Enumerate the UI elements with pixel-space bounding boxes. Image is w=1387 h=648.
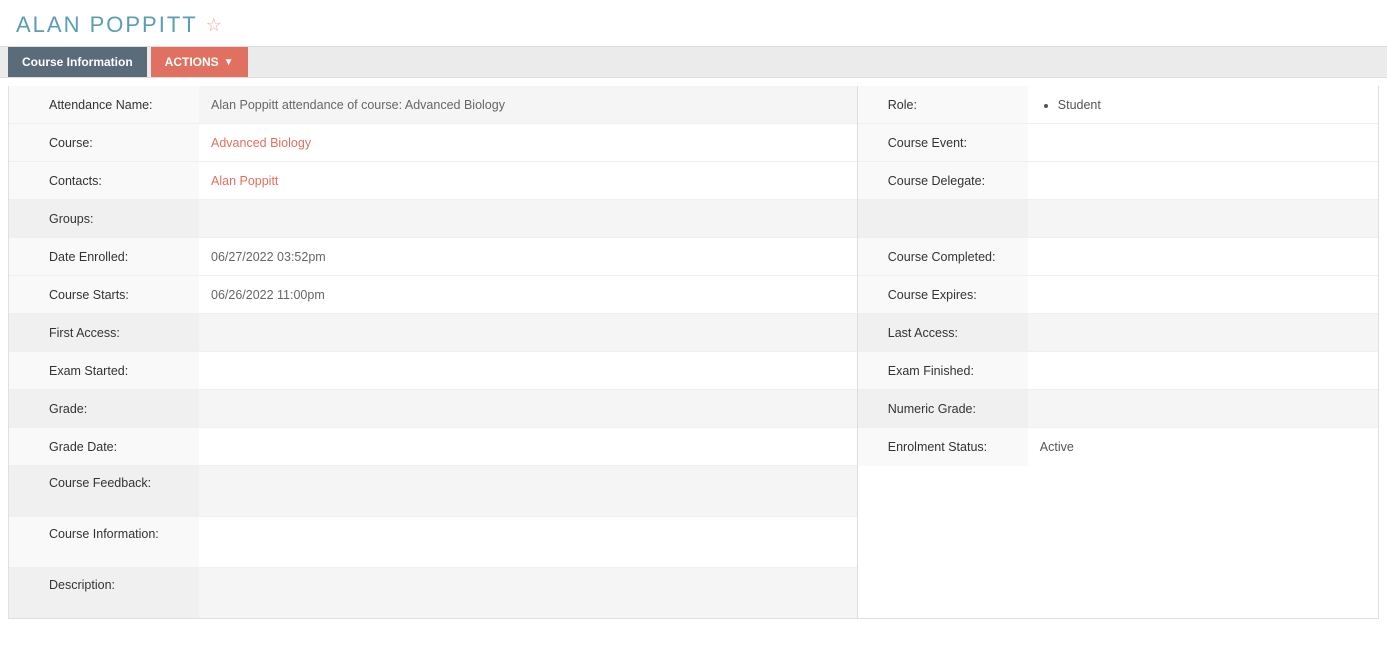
- tab-bar: Course Information ACTIONS ▼: [0, 46, 1387, 78]
- exam-finished-value: [1028, 352, 1378, 389]
- course-starts-row: Course Starts: 06/26/2022 11:00pm: [9, 276, 857, 314]
- tab-course-information[interactable]: Course Information: [8, 47, 147, 77]
- description-row: Description:: [9, 568, 857, 618]
- right-spacer-row: [858, 200, 1378, 238]
- exam-started-value: [199, 352, 857, 389]
- course-value[interactable]: Advanced Biology: [199, 124, 857, 161]
- course-event-label: Course Event:: [858, 124, 1028, 161]
- last-access-value: [1028, 314, 1378, 351]
- page-title: ALAN POPPITT: [16, 12, 198, 38]
- numeric-grade-value: [1028, 390, 1378, 427]
- exam-finished-row: Exam Finished:: [858, 352, 1378, 390]
- first-access-value: [199, 314, 857, 351]
- first-access-label: First Access:: [9, 314, 199, 351]
- contacts-row: Contacts: Alan Poppitt: [9, 162, 857, 200]
- right-spacer-label: [858, 200, 1028, 237]
- numeric-grade-label: Numeric Grade:: [858, 390, 1028, 427]
- course-starts-value: 06/26/2022 11:00pm: [199, 276, 857, 313]
- enrolment-status-row: Enrolment Status: Active: [858, 428, 1378, 466]
- main-content: Attendance Name: Alan Poppitt attendance…: [8, 86, 1379, 619]
- course-row: Course: Advanced Biology: [9, 124, 857, 162]
- last-access-row: Last Access:: [858, 314, 1378, 352]
- role-list: Student: [1040, 98, 1101, 112]
- description-value: [199, 568, 857, 618]
- role-row: Role: Student: [858, 86, 1378, 124]
- course-information-label: Course Information:: [9, 517, 199, 567]
- role-label: Role:: [858, 86, 1028, 123]
- course-event-value: [1028, 124, 1378, 161]
- course-information-row: Course Information:: [9, 517, 857, 568]
- contacts-value[interactable]: Alan Poppitt: [199, 162, 857, 199]
- course-event-row: Course Event:: [858, 124, 1378, 162]
- actions-label: ACTIONS: [165, 55, 219, 69]
- course-expires-row: Course Expires:: [858, 276, 1378, 314]
- grade-date-value: [199, 428, 857, 465]
- course-label: Course:: [9, 124, 199, 161]
- date-enrolled-label: Date Enrolled:: [9, 238, 199, 275]
- grade-date-row: Grade Date:: [9, 428, 857, 466]
- course-completed-value: [1028, 238, 1378, 275]
- course-feedback-value: [199, 466, 857, 516]
- course-feedback-label: Course Feedback:: [9, 466, 199, 516]
- role-list-item: Student: [1058, 98, 1101, 112]
- exam-finished-label: Exam Finished:: [858, 352, 1028, 389]
- first-access-row: First Access:: [9, 314, 857, 352]
- exam-started-label: Exam Started:: [9, 352, 199, 389]
- actions-button[interactable]: ACTIONS ▼: [151, 47, 248, 77]
- grade-row: Grade:: [9, 390, 857, 428]
- role-value: Student: [1028, 86, 1378, 123]
- description-label: Description:: [9, 568, 199, 618]
- exam-started-row: Exam Started:: [9, 352, 857, 390]
- course-delegate-value: [1028, 162, 1378, 199]
- enrolment-status-label: Enrolment Status:: [858, 428, 1028, 466]
- star-icon[interactable]: ☆: [206, 15, 222, 36]
- grade-date-label: Grade Date:: [9, 428, 199, 465]
- course-information-value: [199, 517, 857, 567]
- groups-label: Groups:: [9, 200, 199, 237]
- attendance-name-value: Alan Poppitt attendance of course: Advan…: [199, 86, 857, 123]
- course-completed-row: Course Completed:: [858, 238, 1378, 276]
- attendance-name-row: Attendance Name: Alan Poppitt attendance…: [9, 86, 857, 124]
- groups-row: Groups:: [9, 200, 857, 238]
- right-column: Role: Student Course Event: Course Deleg…: [858, 86, 1378, 618]
- attendance-name-label: Attendance Name:: [9, 86, 199, 123]
- enrolment-status-value: Active: [1028, 428, 1378, 466]
- course-delegate-label: Course Delegate:: [858, 162, 1028, 199]
- course-starts-label: Course Starts:: [9, 276, 199, 313]
- last-access-label: Last Access:: [858, 314, 1028, 351]
- course-delegate-row: Course Delegate:: [858, 162, 1378, 200]
- page-header: ALAN POPPITT ☆: [0, 0, 1387, 46]
- date-enrolled-value: 06/27/2022 03:52pm: [199, 238, 857, 275]
- actions-arrow-icon: ▼: [224, 57, 234, 68]
- date-enrolled-row: Date Enrolled: 06/27/2022 03:52pm: [9, 238, 857, 276]
- course-completed-label: Course Completed:: [858, 238, 1028, 275]
- contacts-label: Contacts:: [9, 162, 199, 199]
- groups-value: [199, 200, 857, 237]
- grade-value: [199, 390, 857, 427]
- left-column: Attendance Name: Alan Poppitt attendance…: [9, 86, 858, 618]
- course-expires-value: [1028, 276, 1378, 313]
- grade-label: Grade:: [9, 390, 199, 427]
- numeric-grade-row: Numeric Grade:: [858, 390, 1378, 428]
- course-feedback-row: Course Feedback:: [9, 466, 857, 517]
- right-spacer-value: [1028, 200, 1378, 237]
- course-expires-label: Course Expires:: [858, 276, 1028, 313]
